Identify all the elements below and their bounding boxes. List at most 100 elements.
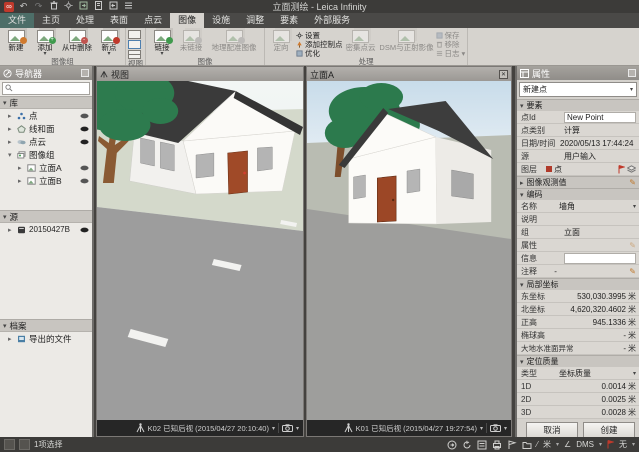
new-imagegroup-button[interactable]: 新建 [2, 29, 30, 52]
section-local-coordinates[interactable]: ▾ 局部坐标 [517, 278, 639, 290]
orient-button[interactable]: 定向 [267, 29, 295, 52]
viewport-facade-header[interactable]: 立面A ✕ [307, 67, 511, 81]
tab-home[interactable]: 主页 [34, 13, 68, 28]
view-split-icon[interactable] [128, 40, 141, 49]
section-image-observations[interactable]: ▸ 图像观测值 ✎ [517, 176, 639, 188]
log-list-icon[interactable] [477, 440, 487, 450]
redo-icon[interactable]: ↷ [33, 1, 44, 12]
scene-facade-a[interactable] [307, 81, 511, 420]
ribbon-group-view: 视图 [126, 28, 146, 65]
eye-icon[interactable] [80, 126, 89, 132]
edit-icon[interactable]: ✎ [629, 267, 636, 276]
preset-dropdown[interactable]: 新建点 ▾ [519, 82, 637, 97]
remove-from-button[interactable]: - 从中删除 [60, 29, 94, 52]
eye-icon[interactable] [80, 178, 89, 184]
list-icon[interactable] [123, 1, 134, 12]
tree-section-source[interactable]: ▾ 源 [0, 210, 92, 223]
tab-features[interactable]: 要素 [272, 13, 306, 28]
distance-unit-dropdown[interactable]: 米 [543, 439, 551, 450]
settings-icon[interactable] [63, 1, 74, 12]
flag-icon[interactable] [618, 165, 625, 174]
selection-mode-icon[interactable] [4, 439, 15, 450]
camera-icon[interactable] [490, 424, 501, 432]
eye-icon[interactable] [80, 113, 89, 119]
tab-pointclouds[interactable]: 点云 [136, 13, 170, 28]
marker-icon[interactable] [507, 440, 517, 450]
point-id-field[interactable]: New Point [564, 112, 636, 123]
eye-icon[interactable] [80, 165, 89, 171]
scene-3d[interactable] [97, 81, 303, 420]
viewport-facade-statusbar: K01 已知后视 (2015/04/27 19:27:54) ▾ ▾ [307, 420, 511, 436]
create-button[interactable]: 创建 [583, 422, 635, 438]
tab-surfaces[interactable]: 表面 [102, 13, 136, 28]
new-point-button[interactable]: 新点 ▾ [95, 29, 123, 57]
dsm-ortho-button[interactable]: DSM与正射影像 [379, 29, 435, 52]
tree-item-pointcloud[interactable]: ▸ 点云 [0, 135, 92, 148]
tree-section-archive[interactable]: ▾ 档案 [0, 319, 92, 332]
refresh-icon[interactable] [462, 440, 472, 450]
close-icon[interactable]: ✕ [499, 70, 508, 79]
layer-value[interactable]: 点 [546, 164, 618, 175]
station-label[interactable]: K02 已知后视 (2015/04/27 20:10:40) [148, 423, 269, 434]
tab-services[interactable]: 外部服务 [306, 13, 358, 28]
georeference-button[interactable]: 地理配准图像 [206, 29, 262, 52]
report-icon[interactable] [93, 1, 104, 12]
layer-color-swatch [546, 166, 552, 172]
eye-icon[interactable] [80, 227, 89, 233]
add-images-button[interactable]: + 添加 ▾ [31, 29, 59, 57]
app-logo-icon[interactable]: ∞ [4, 2, 14, 12]
layers-icon[interactable] [627, 165, 636, 173]
link-button[interactable]: 链接 ▾ [148, 29, 176, 57]
tree-item-facade-a[interactable]: ▸ 立面A [0, 161, 92, 174]
dense-cloud-button[interactable]: 密集点云 [344, 29, 378, 52]
tree-item-lines-areas[interactable]: ▸ 线和面 [0, 122, 92, 135]
edit-icon[interactable]: ✎ [629, 241, 636, 250]
camera-icon[interactable] [282, 424, 293, 432]
pin-icon[interactable] [81, 69, 89, 77]
snap-mode-icon[interactable] [19, 439, 30, 450]
tab-infrastructure[interactable]: 设施 [204, 13, 238, 28]
tab-processing[interactable]: 处理 [68, 13, 102, 28]
eye-icon[interactable] [80, 139, 89, 145]
station-label[interactable]: K01 已知后视 (2015/04/27 19:27:54) [356, 423, 477, 434]
tree-section-library[interactable]: ▾ 库 [0, 96, 92, 109]
edit-icon[interactable]: ✎ [629, 178, 636, 187]
view-quad-icon[interactable] [128, 50, 141, 59]
log-button[interactable]: 日志 ▾ [436, 49, 466, 57]
feature-mode-dropdown[interactable]: 无 [619, 439, 627, 450]
tab-file[interactable]: 文件 [0, 13, 34, 28]
tree-item-facade-b[interactable]: ▸ 立面B [0, 174, 92, 187]
viewport-3d-header[interactable]: 视图 [97, 67, 303, 81]
undo-icon[interactable]: ↶ [18, 1, 29, 12]
view-single-icon[interactable] [128, 30, 141, 39]
tree-item-exported-files[interactable]: ▸ 导出的文件 [0, 332, 92, 345]
search-input[interactable] [2, 82, 90, 95]
section-position-quality[interactable]: ▾ 定位质量 [517, 355, 639, 367]
pointcloud-icon [17, 138, 26, 146]
optimize-button[interactable]: 优化 [296, 49, 343, 57]
print-icon[interactable] [492, 440, 502, 450]
photo-geo-icon [226, 30, 243, 43]
tab-imaging[interactable]: 图像 [170, 13, 204, 28]
quality-type-dropdown[interactable]: 坐标质量 [559, 368, 631, 379]
sync-icon[interactable] [447, 440, 457, 450]
tree-item-imagegroup[interactable]: ▾ 图像组 [0, 148, 92, 161]
export-icon[interactable] [108, 1, 119, 12]
folder-icon[interactable] [522, 440, 532, 450]
delete-icon[interactable] [48, 1, 59, 12]
pin-icon[interactable] [628, 69, 636, 77]
section-feature[interactable]: ▾ 要素 [517, 99, 639, 111]
search-icon [5, 84, 13, 92]
tree-item-source-file[interactable]: ▸ 20150427B [0, 223, 92, 236]
unlink-button[interactable]: 未链接 [177, 29, 205, 52]
datetime-value: 2020/05/13 17:44:24 [560, 139, 636, 148]
code-name-dropdown[interactable]: 墙角 [559, 201, 631, 212]
tree-item-points[interactable]: ▸ 点 [0, 109, 92, 122]
section-coding[interactable]: ▾ 编码 [517, 188, 639, 200]
info-field[interactable] [564, 253, 636, 264]
tab-adjustments[interactable]: 调整 [238, 13, 272, 28]
cancel-button[interactable]: 取消 [526, 422, 578, 438]
import-icon[interactable] [78, 1, 89, 12]
lines-areas-icon [17, 125, 26, 133]
angle-unit-dropdown[interactable]: DMS [576, 440, 594, 449]
